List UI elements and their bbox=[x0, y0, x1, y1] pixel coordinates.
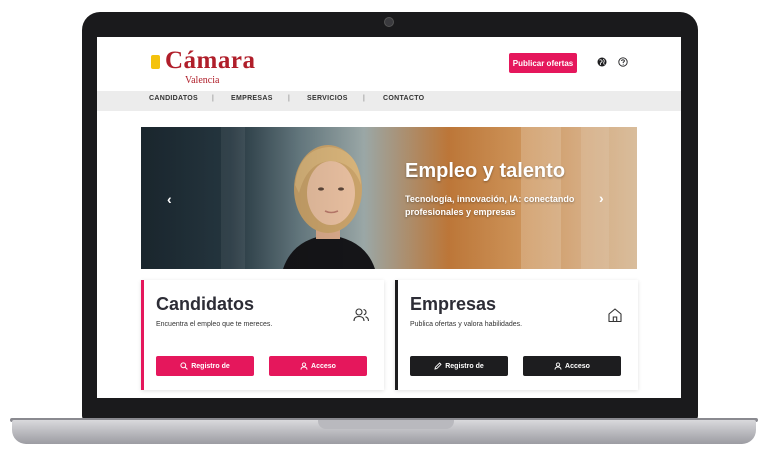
help-icon[interactable] bbox=[618, 57, 628, 67]
candidatos-access-button[interactable]: Acceso bbox=[269, 356, 367, 376]
candidatos-description: Encuentra el empleo que te mereces. bbox=[156, 321, 273, 328]
nav-separator: | bbox=[363, 95, 365, 102]
candidatos-title: Candidatos bbox=[156, 294, 255, 314]
candidatos-access-label: Acceso bbox=[311, 362, 336, 370]
empresas-access-label: Acceso bbox=[565, 362, 590, 370]
search-icon bbox=[180, 362, 188, 370]
empresas-register-button[interactable]: Registro de bbox=[410, 356, 508, 376]
globe-icon[interactable] bbox=[597, 57, 607, 67]
nav-separator: | bbox=[212, 95, 214, 102]
candidatos-register-button[interactable]: Registro de bbox=[156, 356, 254, 376]
hero-banner: ‹ Empleo y talento Tecnología, innovació… bbox=[141, 127, 637, 269]
hero-subtitle: Tecnología, innovación, IA: conectando p… bbox=[405, 194, 575, 217]
candidatos-register-label: Registro de bbox=[191, 362, 230, 370]
laptop-notch bbox=[318, 420, 454, 429]
hero-title: Empleo y talento bbox=[405, 160, 566, 182]
empresas-access-button[interactable]: Acceso bbox=[523, 356, 621, 376]
user-icon bbox=[300, 362, 308, 370]
nav-item-servicios[interactable]: SERVICIOS bbox=[307, 95, 348, 102]
logo-accent-shape bbox=[151, 55, 160, 69]
site-header: Cámara Valencia Publicar ofertas bbox=[97, 37, 681, 91]
carousel-next-icon[interactable]: › bbox=[599, 190, 604, 206]
pencil-icon bbox=[434, 362, 442, 370]
empresas-card: Empresas Publica ofertas y valora habili… bbox=[395, 280, 638, 390]
empresas-description: Publica ofertas y valora habilidades. bbox=[410, 321, 523, 328]
logo-main-text: Cámara bbox=[165, 47, 256, 74]
nav-item-contacto[interactable]: CONTACTO bbox=[383, 95, 424, 102]
empresas-title: Empresas bbox=[410, 294, 497, 314]
camara-logo[interactable]: Cámara Valencia bbox=[143, 45, 256, 86]
carousel-prev-icon[interactable]: ‹ bbox=[167, 191, 172, 207]
nav-item-candidatos[interactable]: CANDIDATOS bbox=[149, 95, 198, 102]
logo-sub-text: Valencia bbox=[185, 75, 220, 86]
browser-screen: Cámara Valencia Publicar ofertas CANDIDA… bbox=[97, 37, 681, 398]
users-icon bbox=[353, 308, 370, 322]
candidatos-card: Candidatos Encuentra el empleo que te me… bbox=[141, 280, 384, 390]
home-icon bbox=[608, 308, 622, 323]
user-icon bbox=[554, 362, 562, 370]
nav-separator: | bbox=[288, 95, 290, 102]
empresas-register-label: Registro de bbox=[445, 362, 484, 370]
main-nav: CANDIDATOS | EMPRESAS | SERVICIOS | CONT… bbox=[97, 91, 681, 111]
nav-item-empresas[interactable]: EMPRESAS bbox=[231, 95, 273, 102]
webcam-icon bbox=[384, 17, 394, 27]
publish-offers-button[interactable]: Publicar ofertas bbox=[509, 53, 577, 73]
